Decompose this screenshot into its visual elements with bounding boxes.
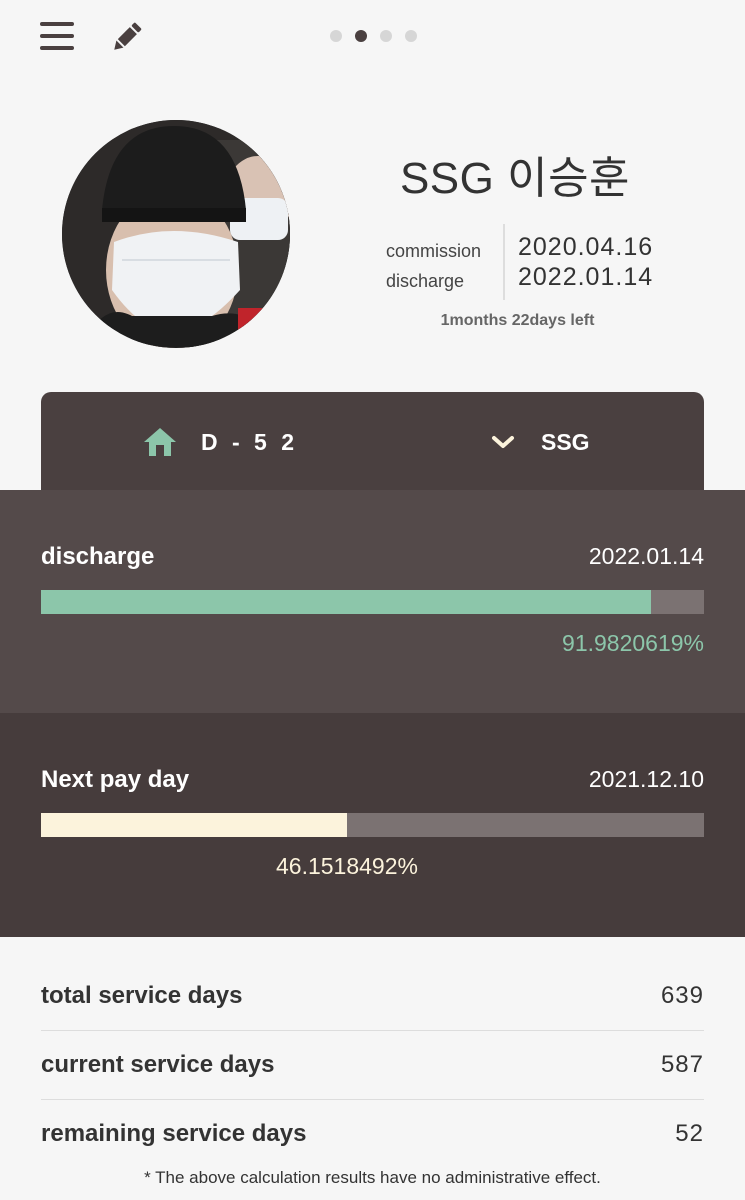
payday-percent: 46.1518492% — [276, 853, 418, 879]
unit-label: SSG — [541, 428, 590, 455]
stat-value: 639 — [660, 982, 704, 1009]
discharge-title: discharge — [41, 543, 155, 570]
discharge-progress-bar — [41, 590, 704, 614]
page-dot-active[interactable] — [355, 30, 367, 42]
stat-row-current: current service days 587 — [41, 1031, 704, 1100]
discharge-progress-section: discharge 2022.01.14 91.9820619% — [0, 490, 745, 713]
time-left-text: 1months 22days left — [440, 312, 595, 329]
dday-label: D - 5 2 — [201, 428, 299, 455]
payday-title: Next pay day — [41, 766, 190, 793]
date-values: 2020.04.16 2022.01.14 — [518, 232, 653, 292]
tab-unit-selector[interactable]: SSG — [491, 427, 590, 457]
footnote: * The above calculation results have no … — [144, 1168, 601, 1187]
payday-progress-bar — [41, 813, 704, 837]
top-bar — [0, 0, 745, 72]
tab-bar: D - 5 2 SSG — [41, 392, 704, 490]
discharge-progress-fill — [41, 590, 651, 614]
avatar[interactable] — [62, 120, 290, 348]
page-indicator — [330, 30, 417, 42]
divider — [503, 224, 505, 300]
stat-row-remaining: remaining service days 52 — [41, 1100, 704, 1168]
stat-value: 52 — [675, 1120, 704, 1147]
service-stats: total service days 639 current service d… — [41, 962, 704, 1168]
page-dot[interactable] — [405, 30, 417, 42]
stat-label: current service days — [41, 1051, 275, 1078]
page-dot[interactable] — [380, 30, 392, 42]
discharge-date-right: 2022.01.14 — [588, 543, 704, 569]
discharge-percent: 91.9820619% — [562, 630, 704, 656]
stat-label: total service days — [41, 982, 243, 1009]
discharge-date: 2022.01.14 — [518, 263, 654, 291]
date-labels: commission discharge — [386, 236, 481, 296]
payday-progress-section: Next pay day 2021.12.10 46.1518492% — [0, 713, 745, 937]
payday-date: 2021.12.10 — [588, 766, 704, 792]
commission-label: commission — [386, 241, 482, 261]
stat-value: 587 — [660, 1051, 704, 1078]
home-icon — [144, 428, 176, 456]
stat-label: remaining service days — [41, 1120, 307, 1147]
discharge-label: discharge — [386, 271, 465, 291]
tab-dday[interactable]: D - 5 2 — [143, 427, 298, 457]
payday-progress-fill — [41, 813, 347, 837]
pencil-icon[interactable] — [108, 18, 146, 56]
profile-name: SSG 이승훈 — [399, 154, 631, 203]
stat-row-total: total service days 639 — [41, 962, 704, 1031]
hamburger-icon[interactable] — [40, 18, 76, 54]
page-dot[interactable] — [330, 30, 342, 42]
commission-date: 2020.04.16 — [518, 233, 654, 261]
chevron-down-icon — [492, 436, 514, 448]
